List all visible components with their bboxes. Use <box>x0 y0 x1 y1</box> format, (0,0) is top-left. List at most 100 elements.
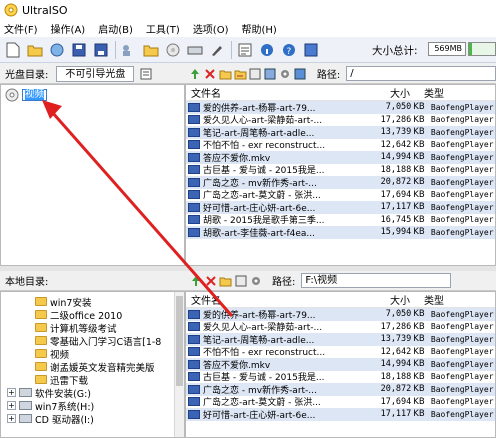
expand-icon[interactable]: + <box>7 414 16 423</box>
video-file-icon <box>188 152 200 162</box>
file-name: 好可惜-art-庄心妍-art-6e... <box>203 203 316 214</box>
local-settings-gear-icon[interactable] <box>249 274 262 287</box>
boot-properties-icon[interactable] <box>140 68 152 80</box>
tree-drive-node[interactable]: + CD 驱动器(I:) <box>1 412 184 426</box>
files-file-row[interactable]: 广岛之恋 - mv新作秀-art-... 20,872 KB BaofengPlaye… <box>186 176 495 189</box>
open-icon[interactable] <box>26 41 44 59</box>
new-folder-icon[interactable] <box>219 67 232 80</box>
files_bottom-file-row[interactable]: 笔记-art-周笔畅-art-adle... 13,739 KB BaofengPla… <box>186 333 495 346</box>
local-path-label: 路径: <box>272 277 296 288</box>
files_bottom-file-row[interactable]: 爱久见人心-art-梁静茹-art-... 17,286 KB BaofengPlay… <box>186 321 495 333</box>
disc-root-node[interactable]: 视频 <box>5 88 184 101</box>
tools-icon[interactable] <box>208 41 226 59</box>
rename-icon[interactable] <box>234 67 247 80</box>
local-view-icon[interactable] <box>234 274 247 287</box>
view-icon[interactable] <box>294 67 307 80</box>
files-file-row[interactable]: 笔记-art-周笔畅-art-adle... 13,739 KB BaofengPla… <box>186 126 495 139</box>
file-name-cell: 广岛之恋-art-莫文蔚 - 张洪... <box>186 395 371 408</box>
tree-folder-node[interactable]: 视频 <box>1 347 184 361</box>
expand-icon[interactable]: + <box>7 388 16 397</box>
tree-folder-node[interactable]: 二级office 2010 <box>1 308 184 322</box>
tree-folder-node[interactable]: 零基础入门学习C语言[1-8 <box>1 334 184 348</box>
local-path-field[interactable]: F:\视频 <box>301 273 452 288</box>
column-header-name[interactable]: 文件名 <box>186 85 376 100</box>
file-name: 爱久见人心-art-梁静茹-art-... <box>203 116 323 127</box>
files-file-row[interactable]: 爱的供养-art-杨幂-art-79... 7,050 KB BaofengPlaye… <box>186 101 495 114</box>
file-name-cell: 不怕不怕 - exr reconstruct... <box>186 138 371 151</box>
column-header-type[interactable]: 类型 <box>420 85 490 100</box>
menu-actions[interactable]: 操作(A) <box>51 21 86 36</box>
video-file-icon <box>188 115 200 125</box>
files_bottom-file-row[interactable]: 广岛之恋 - mv新作秀-art-... 20,872 KB BaofengPlaye… <box>186 383 495 396</box>
delete-icon[interactable] <box>204 67 217 80</box>
tree-drive-node[interactable]: + 软件安装(G:) <box>1 386 184 400</box>
add-folder-icon[interactable] <box>142 41 160 59</box>
title-bar: UltraISO <box>0 0 496 20</box>
save-icon[interactable] <box>70 41 88 59</box>
info-icon[interactable] <box>258 41 276 59</box>
up-folder-icon[interactable] <box>189 67 202 80</box>
column-header-size[interactable]: 大小 <box>376 85 420 100</box>
tree-folder-node[interactable]: 迅雷下载 <box>1 373 184 387</box>
menu-tools[interactable]: 工具(T) <box>146 21 180 36</box>
disc-file-toolbar: 路径: / <box>185 64 496 84</box>
boot-status-field[interactable]: 不可引导光盘 <box>56 65 135 82</box>
new-icon[interactable] <box>4 41 22 59</box>
extract-icon[interactable] <box>48 41 66 59</box>
files_bottom-file-row[interactable]: 答应不爱你.mkv 14,994KB BaofengPlayer.m <box>186 358 495 371</box>
local-column-header-type[interactable]: 类型 <box>420 292 490 307</box>
files-file-row[interactable]: 胡歌-art-李佳薇-art-f4ea... 15,994 KB BaofengPla… <box>186 226 495 239</box>
save-as-icon[interactable] <box>92 41 110 59</box>
menu-options[interactable]: 选项(O) <box>193 21 229 36</box>
files-file-row[interactable]: 古巨基 - 爱与诚 - 2015我是... 18,188 KB BaofengPlay… <box>186 164 495 176</box>
file-size-unit: KB <box>413 114 425 125</box>
file-properties-icon[interactable] <box>249 67 262 80</box>
menu-bootable[interactable]: 启动(B) <box>98 21 133 36</box>
files-file-row[interactable]: 答应不爱你.mkv 14,994KB BaofengPlayer.m <box>186 151 495 164</box>
local-tree-scroll-thumb[interactable] <box>176 296 183 386</box>
disc-path-field[interactable]: / <box>346 66 496 81</box>
files_bottom-file-row[interactable]: 爱的供养-art-杨幂-art-79... 7,050 KB BaofengPlaye… <box>186 308 495 321</box>
files-file-row[interactable]: 广岛之恋-art-莫文蔚 - 张洪... 17,694 KB BaofengPlaye… <box>186 189 495 201</box>
burn-icon[interactable] <box>164 41 182 59</box>
toolbar-separator <box>231 40 232 59</box>
add-files-icon[interactable] <box>120 41 138 59</box>
settings-gear-icon[interactable] <box>279 67 292 80</box>
menu-file[interactable]: 文件(F) <box>4 21 38 36</box>
tree-folder-node[interactable]: 谢孟媛英文发音精完美版 <box>1 360 184 374</box>
files_bottom-file-row[interactable]: 古巨基 - 爱与诚 - 2015我是... 18,188 KB BaofengPlay… <box>186 371 495 383</box>
file-size-unit: KB <box>413 164 425 175</box>
files_bottom-file-row[interactable]: 广岛之恋-art-莫文蔚 - 张洪... 17,694 KB BaofengPlaye… <box>186 395 495 408</box>
menu-bar: 文件(F) 操作(A) 启动(B) 工具(T) 选项(O) 帮助(H) <box>0 20 496 37</box>
files-file-row[interactable]: 胡歌 - 2015我是歌手第三季... 16,745 KB BaofengPlayer… <box>186 214 495 226</box>
files-file-row[interactable]: 好可惜-art-庄心妍-art-6e... 17,117 KB BaofengPlay… <box>186 201 495 214</box>
tree-folder-node[interactable]: 计算机等级考试 <box>1 321 184 335</box>
properties-icon[interactable] <box>236 41 254 59</box>
help-icon[interactable]: ? <box>280 41 298 59</box>
virtual-drive-icon[interactable] <box>186 41 204 59</box>
tree-folder-node[interactable]: win7安装 <box>1 295 184 309</box>
file-name-cell: 好可惜-art-庄心妍-art-6e... <box>186 408 371 421</box>
files-file-row[interactable]: 爱久见人心-art-梁静茹-art-... 17,286 KB BaofengPlay… <box>186 114 495 127</box>
file-name-cell: 笔记-art-周笔畅-art-adle... <box>186 126 371 139</box>
files-file-row[interactable]: 不怕不怕 - exr reconstruct... 12,642 KB Baofeng… <box>186 138 495 151</box>
hidden-icon[interactable] <box>264 67 277 80</box>
menu-help[interactable]: 帮助(H) <box>242 21 277 36</box>
files_bottom-file-row[interactable]: 不怕不怕 - exr reconstruct... 12,642 KB Baofeng… <box>186 346 495 358</box>
local-tree-scrollbar[interactable] <box>174 292 184 437</box>
video-file-icon <box>188 409 200 419</box>
file-name: 答应不爱你.mkv <box>203 360 271 371</box>
local-up-folder-icon[interactable] <box>189 274 202 287</box>
file-type: BaofengPlayer.m <box>430 202 495 212</box>
file-type: BaofengPlayer.m <box>430 384 495 394</box>
exit-icon[interactable] <box>302 41 320 59</box>
rename-input[interactable]: 视频 <box>22 88 48 101</box>
files_bottom-file-row[interactable]: 好可惜-art-庄心妍-art-6e... 17,117 KB BaofengPlay… <box>186 408 495 421</box>
local-delete-icon[interactable] <box>204 274 217 287</box>
local-new-folder-icon[interactable] <box>219 274 232 287</box>
local-column-header-name[interactable]: 文件名 <box>186 292 376 307</box>
expand-icon[interactable]: + <box>7 401 16 410</box>
tree-drive-node[interactable]: + win7系统(H:) <box>1 399 184 413</box>
local-column-header-size[interactable]: 大小 <box>376 292 420 307</box>
file-name-cell: 答应不爱你.mkv <box>186 151 371 164</box>
